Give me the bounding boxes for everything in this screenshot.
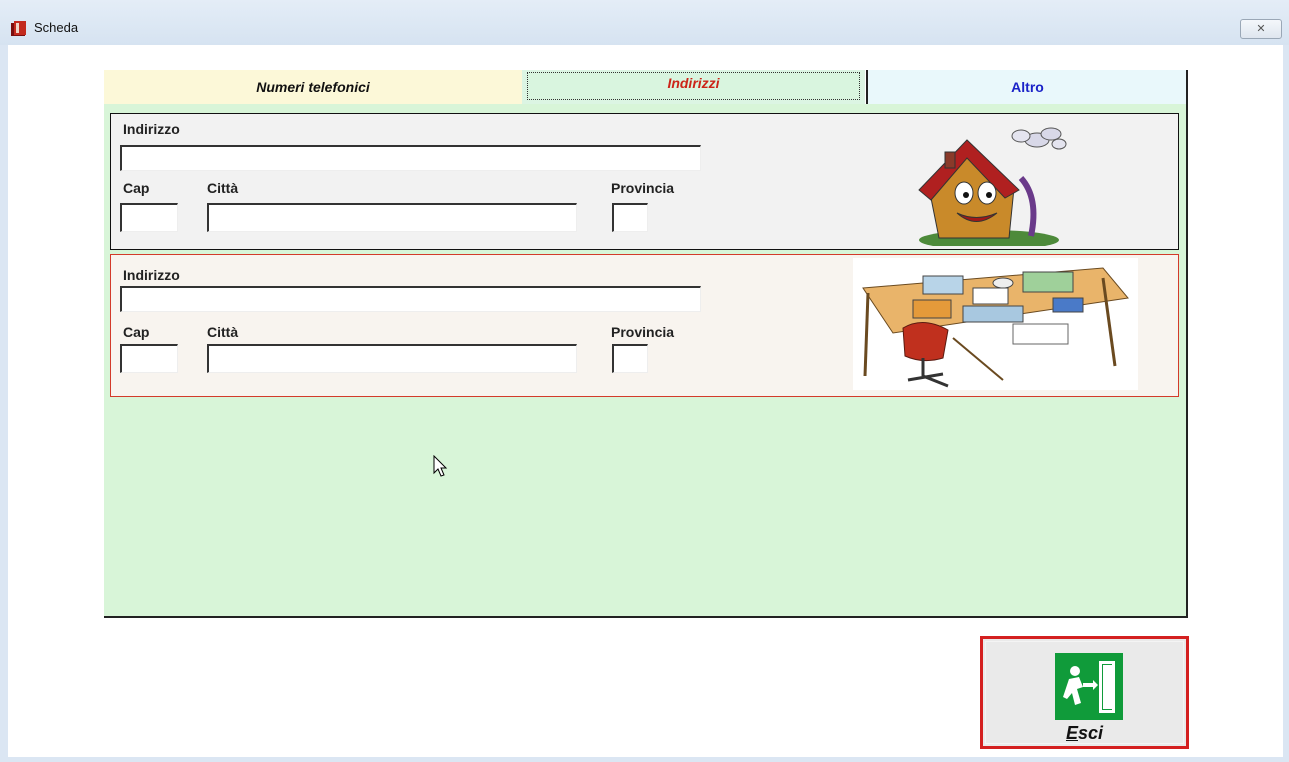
tab-altro[interactable]: Altro: [866, 70, 1187, 104]
close-button[interactable]: ✕: [1240, 19, 1282, 39]
window: Scheda ✕ Numeri telefonici Indirizzi Alt…: [0, 0, 1289, 762]
esci-label-mnemonic: E: [1065, 723, 1078, 743]
provincia-label: Provincia: [611, 324, 675, 340]
tab-label: Numeri telefonici: [256, 79, 370, 95]
provincia-field[interactable]: [612, 203, 648, 232]
title-bar: Scheda ✕: [0, 0, 1289, 45]
tab-border: [1186, 70, 1188, 104]
tab-label: Indirizzi: [667, 75, 720, 91]
emergency-exit-icon: [1055, 653, 1123, 720]
tab-indirizzi[interactable]: Indirizzi: [522, 70, 865, 104]
indirizzo-field[interactable]: [120, 145, 701, 171]
citta-field[interactable]: [207, 203, 577, 232]
cap-label: Cap: [123, 180, 150, 196]
tab-label: Altro: [1011, 79, 1044, 95]
indirizzo-field[interactable]: [120, 286, 701, 312]
tab-numeri-telefonici[interactable]: Numeri telefonici: [104, 70, 522, 104]
indirizzo-label: Indirizzo: [123, 121, 180, 137]
close-icon: ✕: [1256, 23, 1266, 35]
house-cartoon-image: [918, 127, 1067, 246]
provincia-label: Provincia: [611, 180, 675, 196]
cap-label: Cap: [123, 324, 150, 340]
cap-field[interactable]: [120, 203, 178, 232]
provincia-field[interactable]: [612, 344, 648, 373]
citta-field[interactable]: [207, 344, 577, 373]
app-icon: [11, 21, 26, 36]
tab-focus-rect: Indirizzi: [527, 72, 860, 100]
indirizzo-label: Indirizzo: [123, 267, 180, 283]
cap-field[interactable]: [120, 344, 178, 373]
mouse-cursor-icon: [433, 455, 448, 477]
address-block-2: Indirizzo Cap Città Provincia: [110, 254, 1179, 397]
address-block-1: Indirizzo Cap Città Provincia: [110, 113, 1179, 250]
esci-label-rest: sci: [1077, 723, 1104, 743]
office-desk-cartoon-image: [853, 258, 1138, 390]
citta-label: Città: [207, 324, 239, 340]
esci-label: Esci: [983, 723, 1186, 744]
window-title: Scheda: [34, 20, 79, 35]
citta-label: Città: [207, 180, 239, 196]
esci-button[interactable]: Esci: [980, 636, 1189, 749]
